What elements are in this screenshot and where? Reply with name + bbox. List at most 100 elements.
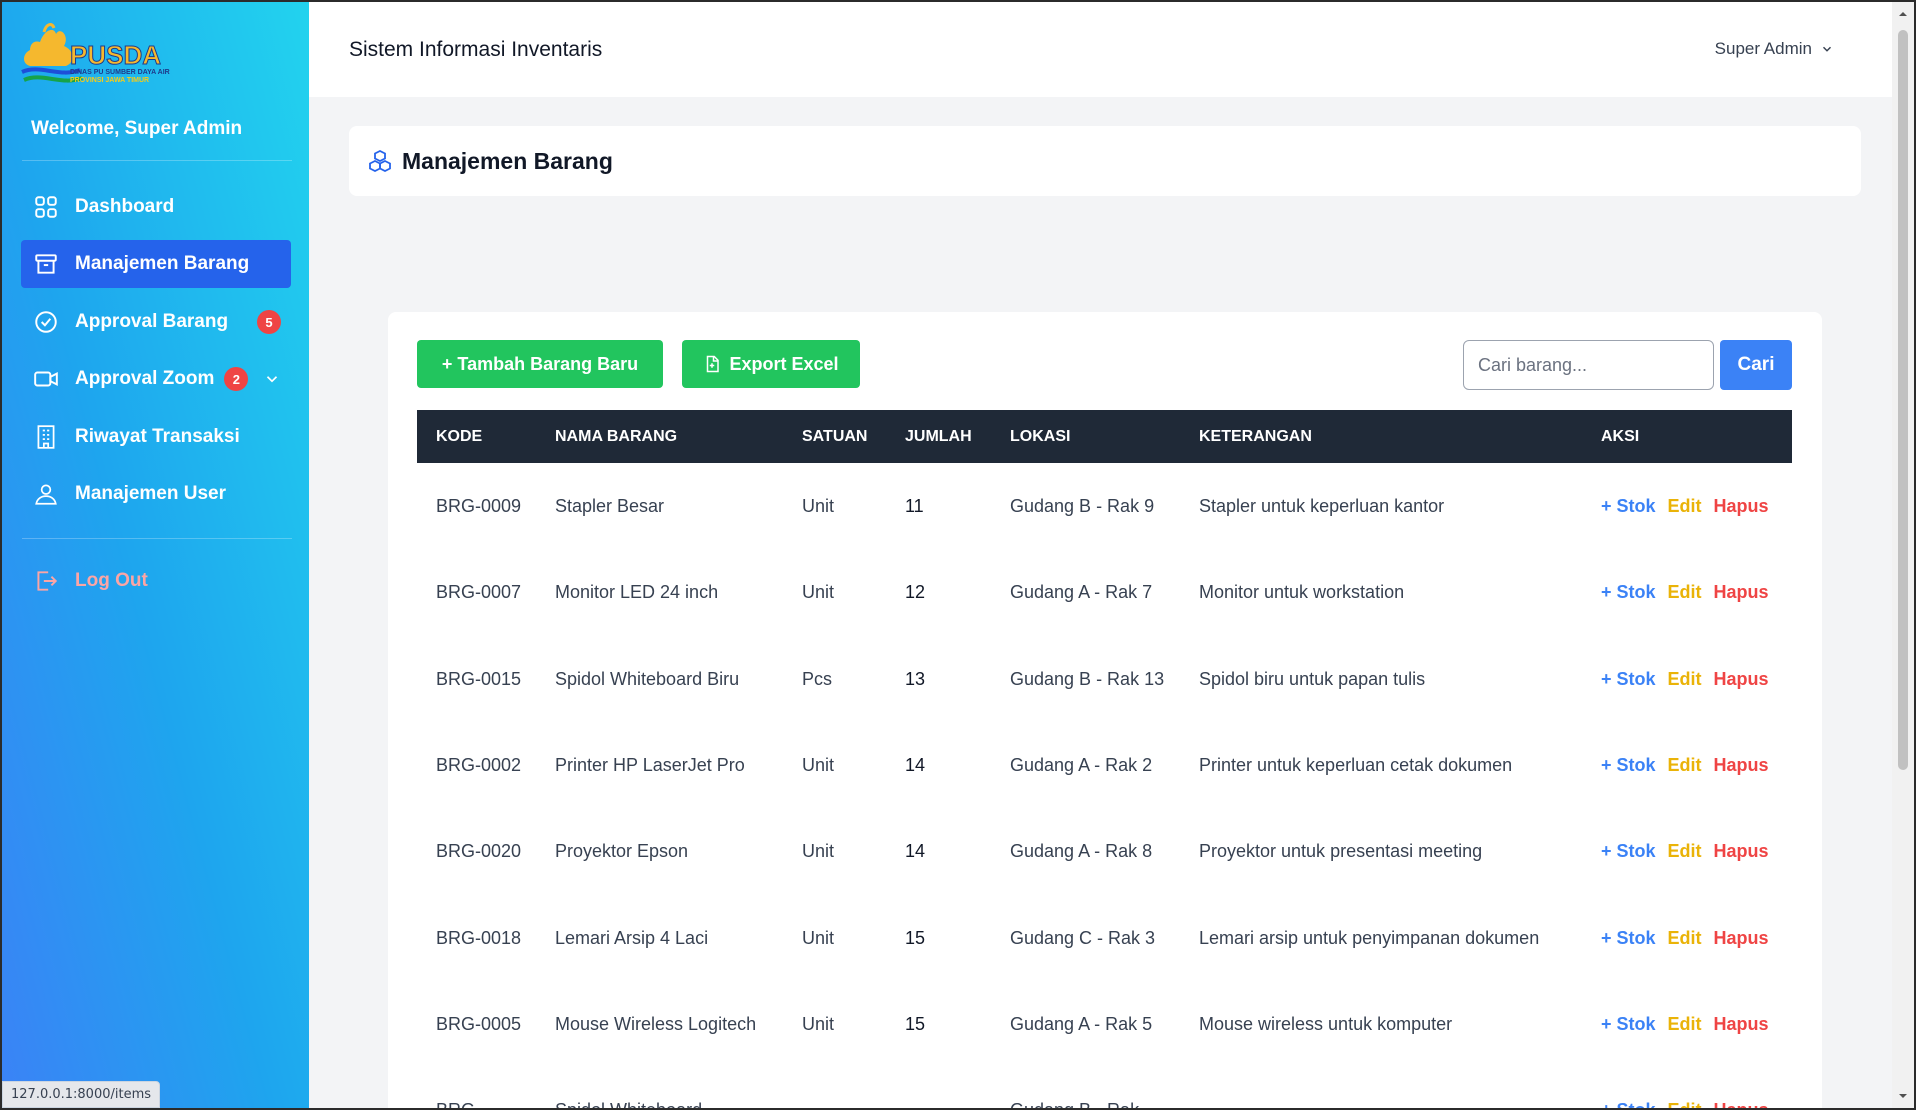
logo-subtitle-1: DINAS PU SUMBER DAYA AIR: [70, 69, 170, 76]
logout-label: Log Out: [75, 570, 148, 591]
stock-button[interactable]: + Stok: [1601, 755, 1656, 775]
archive-icon: [33, 251, 59, 277]
stock-button[interactable]: + Stok: [1601, 582, 1656, 602]
delete-button[interactable]: Hapus: [1714, 669, 1769, 689]
cell-aksi: + Stok Edit Hapus: [1582, 636, 1792, 722]
cell-satuan: Unit: [802, 927, 835, 948]
column-header[interactable]: LOKASI: [991, 410, 1180, 463]
cell-nama: Lemari Arsip 4 Laci: [555, 927, 709, 948]
delete-button[interactable]: Hapus: [1714, 1014, 1769, 1034]
delete-button[interactable]: Hapus: [1714, 841, 1769, 861]
table-row: BRG-0005 Mouse Wireless Logitech Unit 15 Gud…: [417, 981, 1792, 1067]
table-row: BRG-Spidol Whiteboard Gudang B - Rak + Sto…: [417, 1067, 1792, 1108]
add-item-button[interactable]: + Tambah Barang Baru: [417, 340, 663, 388]
scrollbar-thumb[interactable]: [1898, 30, 1908, 770]
cell-satuan: Unit: [802, 841, 835, 862]
cell-lokasi: Gudang A - Rak 7: [1010, 582, 1153, 603]
table-row: BRG-0007 Monitor LED 24 inch Unit 12 Gudang …: [417, 549, 1792, 635]
page-header: Manajemen Barang: [349, 126, 1861, 196]
sidebar-item-label: Approval Barang: [75, 311, 229, 332]
cell-keterangan: [1180, 1067, 1582, 1108]
delete-button[interactable]: Hapus: [1714, 496, 1769, 516]
cell-kode: BRG-0009: [436, 496, 522, 517]
cell-aksi: + Stok Edit Hapus: [1582, 549, 1792, 635]
column-header[interactable]: SATUAN: [783, 410, 886, 463]
grid-icon: [33, 194, 59, 220]
logout-icon: [33, 568, 59, 594]
cell-kode: BRG-: [417, 1067, 536, 1108]
cell-keterangan: Spidol biru untuk papan tulis: [1199, 668, 1426, 689]
cell-aksi: + Stok Edit Hapus: [1582, 1067, 1792, 1108]
logo-subtitle-2: PROVINSI JAWA TIMUR: [70, 77, 149, 84]
sidebar-item-approval-barang[interactable]: Approval Barang 5: [21, 298, 291, 346]
cell-jumlah: 15: [905, 927, 926, 948]
delete-button[interactable]: Hapus: [1714, 928, 1769, 948]
user-name: Super Admin: [1714, 39, 1812, 58]
sidebar-item-riwayat-transaksi[interactable]: Riwayat Transaksi: [21, 413, 291, 461]
edit-button[interactable]: Edit: [1668, 496, 1702, 516]
logo-text: PUSDA: [70, 40, 161, 70]
app-title: Sistem Informasi Inventaris: [349, 38, 603, 61]
delete-button[interactable]: Hapus: [1714, 1100, 1769, 1108]
cell-nama: Spidol Whiteboard Biru: [555, 668, 740, 689]
pusda-logo[interactable]: PUSDA DINAS PU SUMBER DAYA AIR PROVINSI …: [20, 20, 190, 98]
stock-button[interactable]: + Stok: [1601, 841, 1656, 861]
approval-barang-badge: 5: [257, 310, 281, 334]
delete-button[interactable]: Hapus: [1714, 755, 1769, 775]
logout-button[interactable]: Log Out: [21, 557, 291, 605]
cell-kode: BRG-0020: [436, 841, 522, 862]
page-title: Manajemen Barang: [402, 147, 613, 174]
export-excel-button[interactable]: Export Excel: [682, 340, 860, 388]
cell-nama: Spidol Whiteboard: [536, 1067, 783, 1108]
delete-button[interactable]: Hapus: [1714, 582, 1769, 602]
column-header[interactable]: KETERANGAN: [1180, 410, 1582, 463]
search-input[interactable]: [1463, 340, 1714, 390]
cell-keterangan: Monitor untuk workstation: [1199, 582, 1405, 603]
cell-keterangan: Stapler untuk keperluan kantor: [1199, 496, 1445, 517]
scroll-down-icon[interactable]: [1897, 1090, 1909, 1102]
cell-nama: Monitor LED 24 inch: [555, 582, 719, 603]
cell-jumlah: 14: [905, 841, 926, 862]
stock-button[interactable]: + Stok: [1601, 669, 1656, 689]
cell-jumlah: [886, 1067, 991, 1108]
table-body: BRG-0009 Stapler Besar Unit 11 Gudang B - Ra…: [417, 463, 1792, 1108]
sidebar-item-dashboard[interactable]: Dashboard: [21, 183, 291, 231]
search-button[interactable]: Cari: [1720, 340, 1792, 390]
sidebar-item-manajemen-barang[interactable]: Manajemen Barang: [21, 240, 291, 288]
chevron-down-icon: [1822, 46, 1832, 52]
page-scrollbar[interactable]: [1892, 2, 1914, 1108]
table-row: BRG-0015 Spidol Whiteboard Biru Pcs 13 Gudan…: [417, 636, 1792, 722]
sidebar-item-approval-zoom[interactable]: Approval Zoom 2: [21, 355, 291, 403]
cell-satuan: Unit: [802, 582, 835, 603]
stock-button[interactable]: + Stok: [1601, 496, 1656, 516]
edit-button[interactable]: Edit: [1668, 582, 1702, 602]
cell-aksi: + Stok Edit Hapus: [1582, 463, 1792, 549]
check-circle-icon: [33, 309, 59, 335]
stock-button[interactable]: + Stok: [1601, 1100, 1656, 1108]
cubes-icon: [369, 149, 391, 173]
column-header[interactable]: NAMA BARANG: [536, 410, 783, 463]
column-header[interactable]: JUMLAH: [886, 410, 991, 463]
scroll-up-icon[interactable]: [1897, 8, 1909, 20]
edit-button[interactable]: Edit: [1668, 1014, 1702, 1034]
column-header[interactable]: KODE: [417, 410, 536, 463]
stock-button[interactable]: + Stok: [1601, 928, 1656, 948]
cell-jumlah: 14: [905, 755, 926, 776]
edit-button[interactable]: Edit: [1668, 755, 1702, 775]
table-header-row: KODE NAMA BARANG SATUAN JUMLAH LOKASI KE…: [417, 410, 1792, 463]
cell-kode: BRG-0015: [436, 668, 522, 689]
edit-button[interactable]: Edit: [1668, 1100, 1702, 1108]
table-row: BRG-0009 Stapler Besar Unit 11 Gudang B - Ra…: [417, 463, 1792, 549]
edit-button[interactable]: Edit: [1668, 841, 1702, 861]
cell-lokasi: Gudang A - Rak 2: [1010, 755, 1153, 776]
stock-button[interactable]: + Stok: [1601, 1014, 1656, 1034]
export-excel-label: Export Excel: [729, 353, 839, 374]
add-item-label: + Tambah Barang Baru: [441, 353, 639, 374]
sidebar-item-manajemen-user[interactable]: Manajemen User: [21, 470, 291, 518]
edit-button[interactable]: Edit: [1668, 669, 1702, 689]
edit-button[interactable]: Edit: [1668, 928, 1702, 948]
user-menu[interactable]: Super Admin: [1715, 39, 1834, 59]
items-table: KODE NAMA BARANG SATUAN JUMLAH LOKASI KE…: [417, 410, 1792, 1108]
cell-keterangan: Printer untuk keperluan cetak dokumen: [1199, 755, 1513, 776]
chevron-down-icon[interactable]: [263, 370, 281, 388]
